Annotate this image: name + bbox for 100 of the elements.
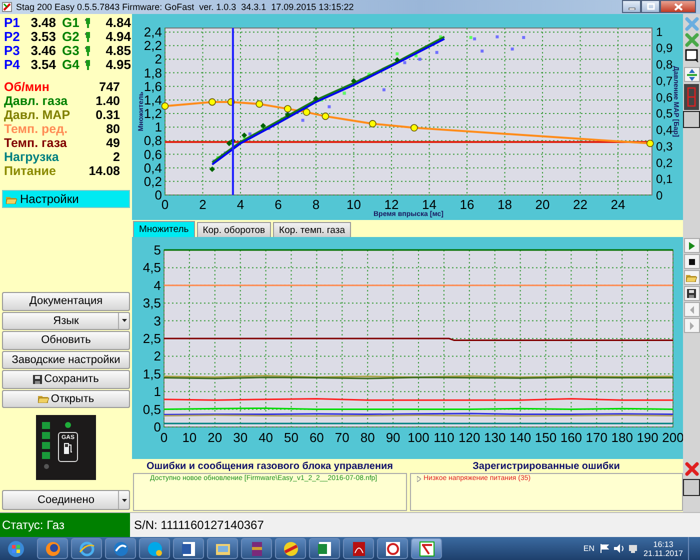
- axis-tick-label: 200: [662, 430, 683, 445]
- axis-tick-label: 5: [154, 242, 161, 258]
- axis-tick-label: 2: [199, 197, 206, 212]
- axis-tick-label: 0,8: [144, 133, 162, 148]
- status-text: Статус: Газ: [0, 513, 130, 537]
- axis-tick-label: 1,2: [144, 106, 162, 122]
- axis-tick-label: 70: [334, 430, 350, 445]
- axis-tick-label: 1,6: [144, 78, 162, 94]
- language-label: EN: [583, 544, 595, 553]
- injector-label: G4: [61, 58, 80, 72]
- axis-tick-label: 0,3: [656, 139, 673, 154]
- injection-time: 4.85: [104, 44, 131, 58]
- injector-label: P4: [4, 58, 21, 72]
- axis-tick-label: 4,5: [142, 260, 161, 276]
- reading-value: 2: [112, 150, 120, 164]
- axis-tick-label: 20: [535, 197, 550, 212]
- axis-tick-label: 0: [656, 188, 663, 202]
- reading-value: 80: [105, 122, 120, 136]
- reading-label: Темп. ред.: [4, 122, 69, 136]
- reading-label: Темп. газа: [4, 136, 68, 150]
- axis-tick-label: 4: [154, 278, 161, 293]
- axis-tick-label: 1: [154, 384, 161, 400]
- injection-time: 3.54: [30, 58, 56, 72]
- axis-tick-label: 1,8: [144, 65, 162, 80]
- axis-tick-label: 2,4: [144, 24, 162, 40]
- axis-tick-label: 18: [498, 197, 512, 212]
- axis-tick-label: 100: [408, 430, 430, 445]
- axis-tick-label: 0: [154, 420, 161, 434]
- axis-tick-label: 0: [160, 430, 168, 445]
- injector-label: G1: [61, 16, 80, 30]
- reading-label: Давл. газа: [4, 94, 69, 108]
- injector-label: G3: [61, 44, 80, 58]
- reading-value: 49: [105, 136, 120, 150]
- axis-tick-label: 1,4: [144, 92, 162, 108]
- reading-label: Об/мин: [4, 80, 50, 94]
- axis-tick-label: 80: [360, 430, 375, 445]
- axis-tick-label: 10: [182, 430, 197, 445]
- injection-time: 3.48: [30, 16, 56, 30]
- serial-number: S/N: 1111160127140367: [134, 518, 264, 532]
- axis-tick-label: 130: [484, 430, 506, 445]
- axis-tick-label: 6: [274, 197, 282, 212]
- axis-tick-label: 24: [610, 197, 626, 212]
- axis-tick-label: 140: [509, 430, 532, 445]
- axis-tick-label: 0,4: [144, 160, 162, 176]
- axis-tick-label: 2: [154, 348, 161, 364]
- injection-time: 4.94: [104, 30, 131, 44]
- axis-tick-label: 0,7: [656, 74, 673, 88]
- axis-tick-label: 0,1: [656, 172, 673, 186]
- reading-value: 0.31: [94, 108, 120, 122]
- axis-tick-label: 10: [346, 197, 361, 212]
- injector-label: P1: [4, 16, 21, 30]
- axis-tick-label: 0,5: [656, 106, 673, 121]
- axis-tick-label: 0,2: [656, 156, 673, 170]
- reading-label: Питание: [4, 164, 57, 178]
- axis-tick-label: 12: [384, 197, 399, 212]
- reading-label: Нагрузка: [4, 150, 60, 164]
- panel-title: Ошибки и сообщения газового блока управления: [146, 461, 394, 473]
- axis-tick-label: 180: [611, 430, 633, 445]
- axis-tick-label: 2: [154, 52, 162, 67]
- axis-tick-label: 190: [636, 430, 658, 445]
- reading-label: Давл. MAP: [4, 108, 72, 122]
- axis-tick-label: 170: [586, 430, 608, 445]
- axis-tick-label: 0,6: [656, 90, 673, 104]
- axis-tick-label: 110: [434, 430, 454, 445]
- axis-tick-label: 14: [422, 197, 436, 212]
- axis-tick-label: 150: [534, 430, 557, 445]
- axis-tick-label: 1: [154, 120, 162, 135]
- axis-tick-label: 40: [258, 430, 274, 445]
- reading-value: 1.40: [94, 94, 120, 108]
- axis-tick-label: 0,5: [142, 402, 161, 417]
- panel-title: Зарегистрированные ошибки: [472, 461, 621, 473]
- injection-time: 4.84: [104, 16, 131, 30]
- axis-tick-label: 2,2: [144, 38, 162, 54]
- axis-tick-label: 20: [208, 430, 222, 445]
- injection-time: 4.95: [104, 58, 131, 72]
- clock-time: 16:13: [653, 540, 674, 548]
- injector-label: P3: [4, 44, 21, 58]
- axis-tick-label: 0: [154, 188, 162, 202]
- axis-tick-label: 0,8: [656, 58, 673, 72]
- axis-tick-label: 120: [458, 430, 480, 445]
- clock-date: 21.11.2017: [644, 548, 683, 558]
- axis-tick-label: 3,5: [142, 296, 161, 311]
- window-title: Stag 200 Easy 0.5.5.7843 Firmware: GoFast ver. 1.0.3 34.3.1 17.09.2015 13:15:22: [16, 2, 355, 12]
- injector-label: P2: [4, 30, 21, 44]
- axis-tick-label: 0,6: [144, 146, 162, 162]
- axis-tick-label: 8: [312, 197, 320, 212]
- axis-tick-label: 0,9: [656, 41, 673, 56]
- axis-tick-label: 0: [161, 197, 169, 212]
- axis-tick-label: 60: [309, 430, 324, 445]
- axis-tick-label: 0,2: [144, 174, 162, 189]
- injection-time: 3.46: [30, 44, 56, 58]
- injector-label: G2: [61, 30, 80, 44]
- axis-tick-label: 3: [154, 313, 161, 328]
- axis-tick-label: 1,5: [142, 366, 161, 382]
- axis-tick-label: 90: [386, 430, 400, 445]
- axis-tick-label: 50: [284, 430, 298, 445]
- axis-tick-label: 1: [656, 24, 663, 39]
- axis-tick-label: 22: [573, 197, 588, 212]
- reading-value: 747: [98, 80, 120, 94]
- axis-tick-label: 30: [233, 430, 248, 445]
